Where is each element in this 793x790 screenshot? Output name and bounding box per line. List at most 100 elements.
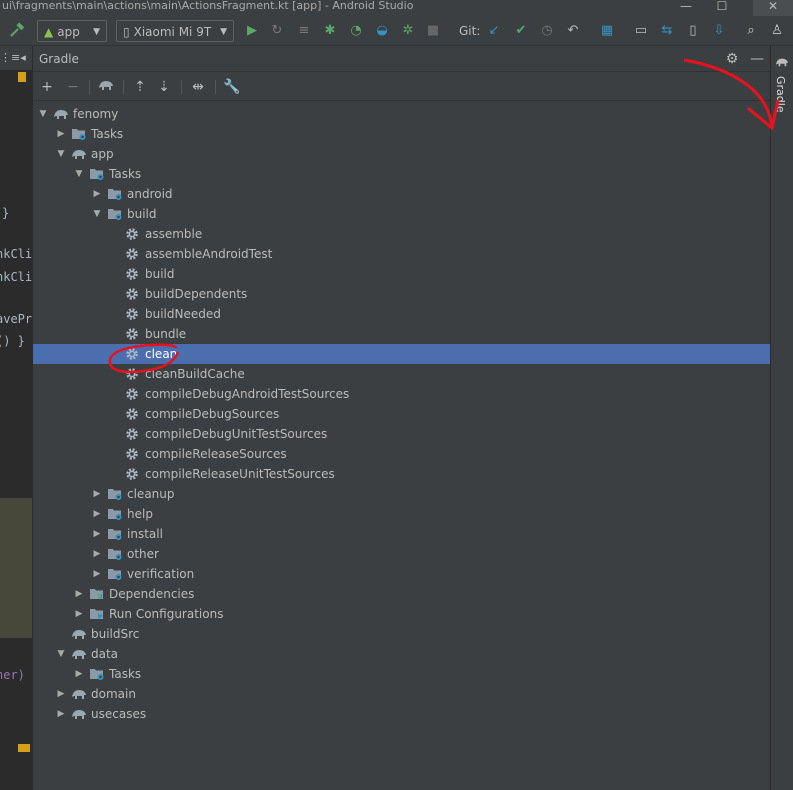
revert-icon[interactable]: ↶ xyxy=(564,22,582,40)
tree-row-label: app xyxy=(91,147,114,161)
sdk-manager-icon[interactable]: ⇩ xyxy=(710,22,728,40)
tree-row[interactable]: ▶ other xyxy=(33,544,771,564)
tree-row[interactable]: compileDebugUnitTestSources xyxy=(33,424,771,444)
toolbar-separator xyxy=(181,80,182,94)
expand-arrow-icon[interactable]: ▶ xyxy=(55,704,67,724)
tree-row-label: bundle xyxy=(145,327,187,341)
wrench-icon[interactable]: 🔧 xyxy=(223,78,241,96)
tree-row[interactable]: ▶ install xyxy=(33,524,771,544)
tree-row[interactable]: ▶ android xyxy=(33,184,771,204)
tree-row[interactable]: cleanBuildCache xyxy=(33,364,771,384)
sync-icon[interactable]: ⇆ xyxy=(658,22,676,40)
user-icon[interactable]: ♙ xyxy=(768,22,786,40)
apply-code-changes-icon[interactable]: ≡ xyxy=(295,22,313,40)
stop-icon[interactable]: ■ xyxy=(424,22,442,40)
collapse-arrow-icon[interactable]: ▼ xyxy=(55,644,67,664)
tree-row-selected[interactable]: clean xyxy=(33,344,771,364)
gradle-elephant-icon xyxy=(775,56,789,71)
expand-arrow-icon[interactable]: ▶ xyxy=(91,524,103,544)
expand-arrow-icon[interactable]: ▶ xyxy=(55,124,67,144)
remove-icon[interactable]: − xyxy=(64,78,82,96)
tree-row[interactable]: ▶ Tasks xyxy=(33,124,771,144)
chevron-down-icon: ▼ xyxy=(220,27,227,37)
expand-arrow-icon[interactable]: ▶ xyxy=(73,604,85,624)
hammer-icon[interactable] xyxy=(8,22,26,40)
main-toolbar: ▲ app ▼ ▯ Xiaomi Mi 9T ▼ ▶ ↻ ≡ ✱ ◔ ◒ ✲ ■ Git… xyxy=(0,16,793,46)
tree-row[interactable]: build xyxy=(33,264,771,284)
editor-gutter: ⋮≡◂ } nkCli nkCli avePr () } her) xyxy=(0,46,32,790)
history-icon[interactable]: ◷ xyxy=(538,22,556,40)
tree-row[interactable]: ▶ Dependencies xyxy=(33,584,771,604)
tree-row[interactable]: ▶ cleanup xyxy=(33,484,771,504)
gear-icon[interactable]: ⚙ xyxy=(723,50,741,68)
expand-arrow-icon[interactable]: ▶ xyxy=(73,664,85,684)
tree-row[interactable]: ▶ Tasks xyxy=(33,664,771,684)
run-config-combo[interactable]: ▲ app ▼ xyxy=(37,20,107,42)
tree-row[interactable]: compileReleaseSources xyxy=(33,444,771,464)
expand-arrow-icon[interactable]: ▶ xyxy=(73,584,85,604)
tree-row[interactable]: ▶ help xyxy=(33,504,771,524)
avd-manager-icon[interactable]: ▯ xyxy=(684,22,702,40)
expand-arrow-icon[interactable]: ▶ xyxy=(91,504,103,524)
tree-row[interactable]: ▼ app xyxy=(33,144,771,164)
expand-arrow-icon[interactable]: ▶ xyxy=(91,544,103,564)
collapse-arrow-icon[interactable]: ▼ xyxy=(73,164,85,184)
tree-row[interactable]: buildDependents xyxy=(33,284,771,304)
tree-row[interactable]: compileReleaseUnitTestSources xyxy=(33,464,771,484)
tree-row[interactable]: ▼ data xyxy=(33,644,771,664)
apply-changes-icon[interactable]: ↻ xyxy=(268,22,286,40)
tree-row[interactable]: buildNeeded xyxy=(33,304,771,324)
offline-mode-icon[interactable]: ⇹ xyxy=(189,78,207,96)
collapse-all-icon[interactable]: ⇣ xyxy=(155,78,173,96)
gradle-elephant-icon[interactable] xyxy=(97,78,115,96)
git-update-icon[interactable]: ↙ xyxy=(485,22,503,40)
add-icon[interactable]: + xyxy=(38,78,56,96)
tree-row[interactable]: compileDebugSources xyxy=(33,404,771,424)
gradle-tool-window: Gradle ⚙ — + − ⇡ ⇣ ⇹ 🔧 ▼ fenomy ▶ Tasks ▼ app… xyxy=(32,46,771,790)
collapse-arrow-icon[interactable]: ▼ xyxy=(55,144,67,164)
expand-arrow-icon[interactable]: ▶ xyxy=(91,184,103,204)
chevron-down-icon: ▼ xyxy=(93,27,100,37)
tree-row[interactable]: ▼ Tasks xyxy=(33,164,771,184)
run-icon[interactable]: ▶ xyxy=(243,22,261,40)
hide-panel-icon[interactable]: — xyxy=(748,50,766,68)
attach-debugger-icon[interactable]: ✲ xyxy=(399,22,417,40)
gear-icon xyxy=(125,327,139,341)
tree-row[interactable]: ▶ usecases xyxy=(33,704,771,724)
tree-row[interactable]: assembleAndroidTest xyxy=(33,244,771,264)
gauge-icon[interactable]: ◒ xyxy=(373,22,391,40)
minimize-button[interactable]: — xyxy=(666,0,706,16)
tree-row[interactable]: bundle xyxy=(33,324,771,344)
project-structure-icon[interactable]: ▦ xyxy=(598,22,616,40)
tree-row-label: buildNeeded xyxy=(145,307,221,321)
search-icon[interactable]: ⌕ xyxy=(742,22,760,40)
tree-row[interactable]: ▶ domain xyxy=(33,684,771,704)
tree-row[interactable]: ▶ Run Configurations xyxy=(33,604,771,624)
tree-row[interactable]: ▼ build xyxy=(33,204,771,224)
tree-row[interactable]: compileDebugAndroidTestSources xyxy=(33,384,771,404)
profile-icon[interactable]: ◔ xyxy=(347,22,365,40)
run-config-label: app xyxy=(57,25,80,39)
expand-arrow-icon[interactable]: ▶ xyxy=(91,564,103,584)
editor-tab-menu-icon[interactable]: ⋮≡◂ xyxy=(0,46,32,70)
device-combo[interactable]: ▯ Xiaomi Mi 9T ▼ xyxy=(116,20,234,42)
window-title-bar: ui\fragments\main\actions\main\ActionsFr… xyxy=(0,0,793,16)
collapse-arrow-icon[interactable]: ▼ xyxy=(91,204,103,224)
expand-arrow-icon[interactable]: ▶ xyxy=(91,484,103,504)
gradle-stripe-button[interactable]: Gradle xyxy=(774,76,787,113)
debug-icon[interactable]: ✱ xyxy=(321,22,339,40)
collapse-arrow-icon[interactable]: ▼ xyxy=(37,104,49,124)
git-commit-icon[interactable]: ✔ xyxy=(512,22,530,40)
gradle-module-icon xyxy=(71,707,86,721)
expand-all-icon[interactable]: ⇡ xyxy=(131,78,149,96)
tree-row-label: assembleAndroidTest xyxy=(145,247,273,261)
tree-row[interactable]: buildSrc xyxy=(33,624,771,644)
maximize-button[interactable]: ☐ xyxy=(702,0,742,16)
tree-row[interactable]: ▶ verification xyxy=(33,564,771,584)
task-folder-icon xyxy=(107,527,122,541)
close-button[interactable]: ✕ xyxy=(753,0,793,16)
terminal-icon[interactable]: ▭ xyxy=(632,22,650,40)
tree-row[interactable]: assemble xyxy=(33,224,771,244)
expand-arrow-icon[interactable]: ▶ xyxy=(55,684,67,704)
tree-row[interactable]: ▼ fenomy xyxy=(33,104,771,124)
